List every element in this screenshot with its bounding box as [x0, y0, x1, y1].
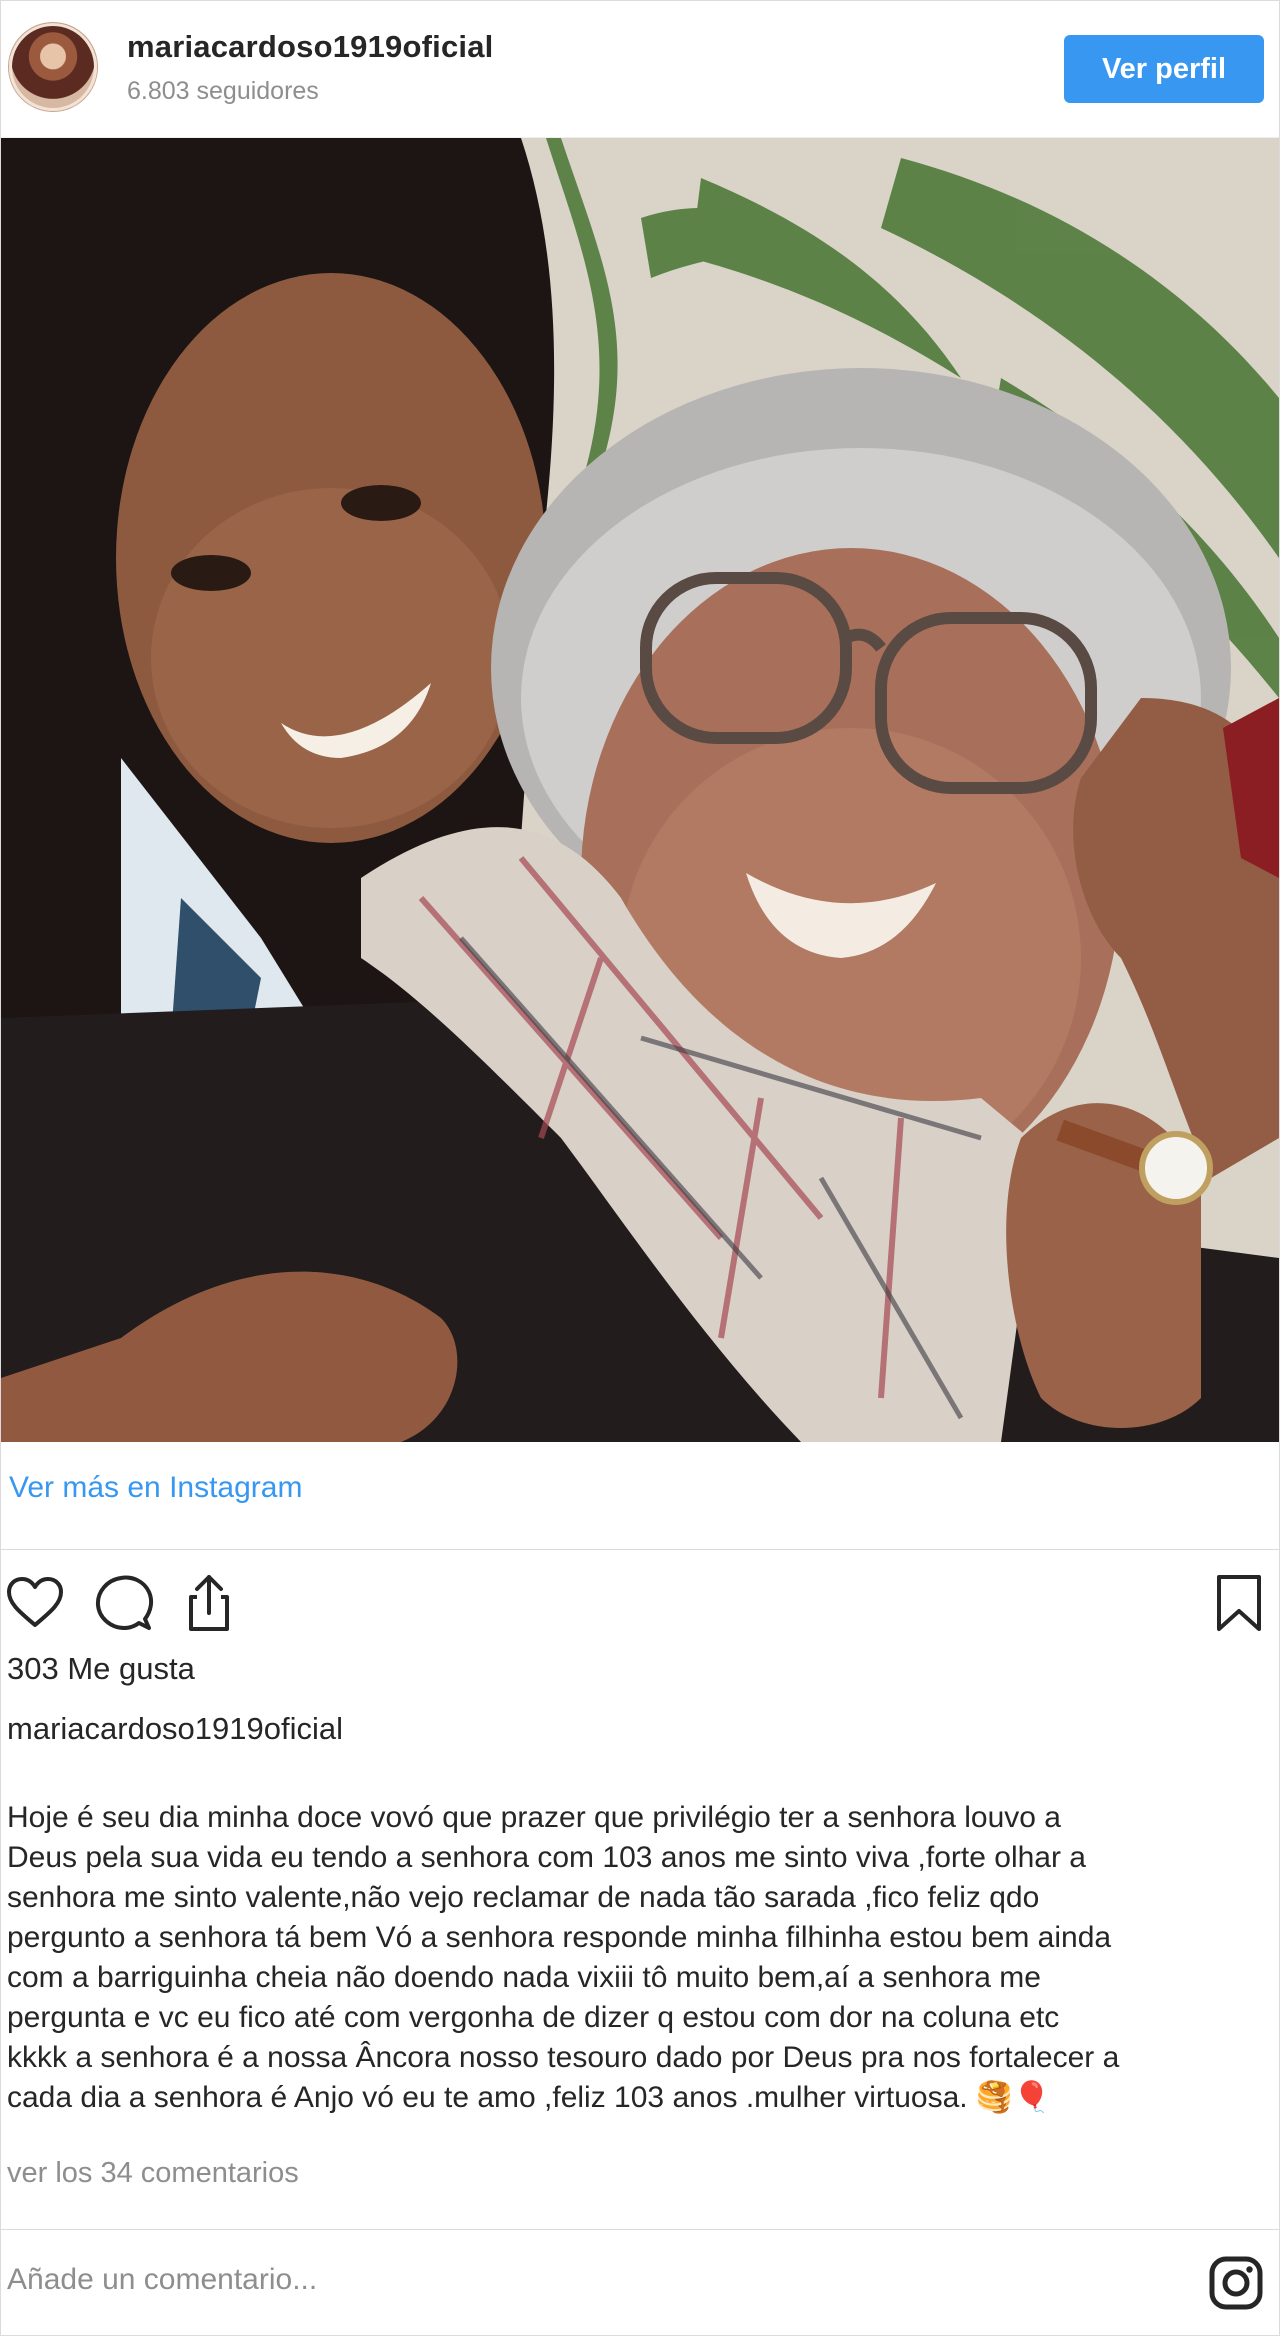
view-profile-button[interactable]: Ver perfil	[1064, 35, 1264, 103]
comment-icon[interactable]	[91, 1571, 155, 1635]
add-comment-field[interactable]: Añade un comentario...	[7, 2263, 317, 2297]
view-more-link[interactable]: Ver más en Instagram	[9, 1471, 302, 1505]
divider	[1, 2229, 1279, 2230]
view-comments-link[interactable]: ver los 34 comentarios	[7, 2157, 299, 2190]
post-photo-image	[1, 138, 1279, 1442]
divider	[1, 1549, 1279, 1550]
instagram-icon[interactable]	[1208, 2255, 1264, 2311]
followers-count: 6.803 seguidores	[127, 77, 319, 105]
post-caption: Hoje é seu dia minha doce vovó que praze…	[7, 1801, 1120, 2114]
avatar[interactable]	[9, 23, 97, 111]
share-icon[interactable]	[177, 1571, 241, 1635]
instagram-embed: mariacardoso1919oficial 6.803 seguidores…	[0, 0, 1280, 2336]
post-header: mariacardoso1919oficial 6.803 seguidores…	[1, 1, 1279, 138]
heart-icon[interactable]	[3, 1571, 67, 1635]
likes-count[interactable]: 303 Me gusta	[7, 1651, 195, 1687]
username[interactable]: mariacardoso1919oficial	[127, 29, 493, 65]
caption-username[interactable]: mariacardoso1919oficial	[7, 1711, 343, 1747]
post-photo[interactable]	[1, 138, 1279, 1442]
bookmark-icon[interactable]	[1207, 1571, 1271, 1635]
